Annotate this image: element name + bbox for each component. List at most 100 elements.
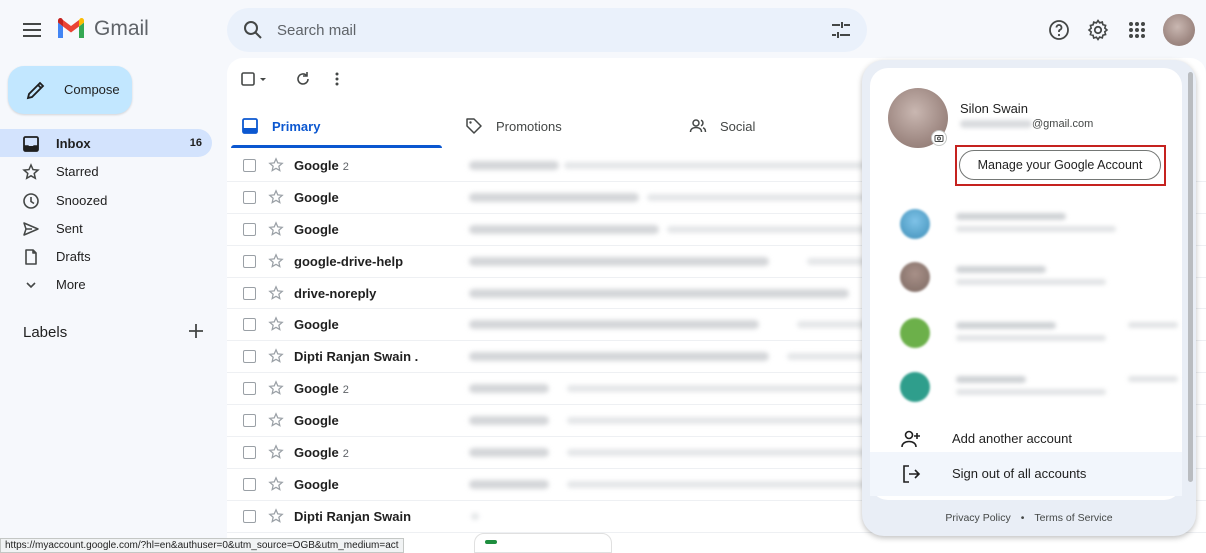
sender-name: Google [294, 476, 339, 492]
account-avatar [900, 262, 930, 292]
account-avatar [900, 318, 930, 348]
account-avatar [900, 209, 930, 239]
tab-promotions[interactable]: Promotions [451, 105, 666, 151]
popup-footer: Privacy Policy • Terms of Service [862, 512, 1196, 524]
sidebar-item-label: Inbox [56, 136, 91, 151]
star-icon[interactable] [268, 252, 284, 269]
sidebar-item-label: Drafts [56, 249, 91, 265]
manage-account-button[interactable]: Manage your Google Account [959, 150, 1161, 180]
blurred-snippet [564, 162, 867, 169]
logout-icon [900, 463, 922, 485]
star-icon[interactable] [268, 157, 284, 173]
email-sender: Google 2 [294, 445, 349, 460]
attachment-chip[interactable] [474, 533, 612, 553]
main-menu-icon[interactable] [20, 18, 44, 42]
privacy-policy-link[interactable]: Privacy Policy [945, 512, 1010, 524]
sender-name: Google [294, 317, 339, 333]
blurred-subject [469, 192, 639, 202]
help-icon[interactable] [1047, 18, 1071, 42]
row-checkbox[interactable] [243, 414, 256, 428]
gmail-logo-icon[interactable] [56, 16, 86, 40]
blurred-snippet [797, 321, 867, 329]
add-person-icon [900, 428, 922, 450]
blurred-subject [469, 224, 659, 234]
row-checkbox[interactable] [243, 382, 256, 396]
star-icon[interactable] [268, 284, 284, 301]
other-account-4[interactable] [900, 368, 1180, 408]
add-label-plus-icon[interactable] [186, 321, 206, 341]
row-checkbox[interactable] [243, 477, 256, 491]
email-sender: drive-noreply [294, 286, 380, 301]
blurred-snippet [471, 512, 479, 520]
sender-name: Google [294, 158, 339, 173]
blurred-subject [469, 288, 849, 298]
other-account-3[interactable] [900, 314, 1180, 354]
blurred-snippet [567, 385, 867, 393]
blurred-email [956, 335, 1106, 341]
refresh-icon[interactable] [294, 70, 312, 88]
sidebar-item-starred[interactable]: Starred [0, 157, 212, 185]
row-checkbox[interactable] [243, 350, 256, 364]
account-popup: Silon Swain @gmail.com Manage your Googl… [862, 60, 1196, 536]
star-icon[interactable] [268, 380, 284, 396]
sender-name: Google [294, 381, 339, 397]
blurred-snippet [567, 417, 867, 425]
star-icon[interactable] [268, 508, 284, 524]
star-icon[interactable] [268, 220, 284, 237]
row-checkbox[interactable] [243, 286, 256, 300]
tab-primary[interactable]: Primary [227, 105, 442, 151]
chevron-down-icon [22, 276, 40, 294]
sign-out-row[interactable]: Sign out of all accounts [870, 452, 1182, 496]
search-options-icon[interactable] [829, 18, 853, 42]
account-avatar[interactable] [1163, 14, 1195, 46]
star-icon[interactable] [268, 189, 284, 205]
sidebar-item-sent[interactable]: Sent [0, 214, 212, 242]
row-checkbox[interactable] [243, 318, 256, 332]
other-account-2[interactable] [900, 258, 1180, 298]
draft-icon [22, 248, 40, 266]
email-domain: @gmail.com [1032, 118, 1094, 130]
email-sender: google-drive-help [294, 254, 407, 269]
popup-scrollbar[interactable] [1188, 72, 1193, 482]
row-checkbox[interactable] [243, 222, 256, 236]
account-card: Silon Swain @gmail.com Manage your Googl… [870, 68, 1182, 500]
star-icon [22, 163, 40, 181]
sidebar-item-more[interactable]: More [0, 270, 212, 298]
star-icon[interactable] [268, 476, 284, 492]
sender-name: Google [294, 445, 339, 461]
blurred-subject [469, 416, 549, 426]
more-options-icon[interactable] [328, 70, 346, 88]
sidebar-item-drafts[interactable]: Drafts [0, 242, 212, 270]
blurred-snippet [807, 257, 867, 265]
blurred-snippet [647, 193, 867, 201]
sidebar-item-snoozed[interactable]: Snoozed [0, 186, 212, 214]
terms-of-service-link[interactable]: Terms of Service [1034, 512, 1112, 524]
star-icon[interactable] [268, 316, 284, 332]
tab-social[interactable]: Social [675, 105, 890, 151]
star-icon[interactable] [268, 412, 284, 428]
other-account-1[interactable] [900, 205, 1180, 245]
account-email: @gmail.com [960, 118, 1093, 130]
blurred-status [1128, 376, 1178, 382]
search-bar[interactable] [227, 8, 867, 52]
search-icon[interactable] [241, 18, 265, 42]
star-icon[interactable] [268, 348, 284, 364]
blurred-email [956, 389, 1106, 395]
settings-gear-icon[interactable] [1086, 18, 1110, 42]
apps-grid-icon[interactable] [1125, 18, 1149, 42]
sender-name: Google [294, 221, 339, 237]
row-checkbox[interactable] [243, 190, 256, 204]
select-all-checkbox[interactable] [241, 70, 269, 88]
camera-icon[interactable] [931, 130, 947, 146]
search-input[interactable] [277, 16, 797, 44]
row-checkbox[interactable] [243, 254, 256, 268]
tag-icon [465, 117, 483, 135]
star-icon[interactable] [268, 444, 284, 460]
row-checkbox[interactable] [243, 446, 256, 460]
row-checkbox[interactable] [243, 509, 256, 523]
blurred-snippet [567, 449, 867, 457]
compose-button[interactable]: Compose [8, 66, 132, 114]
row-checkbox[interactable] [243, 159, 256, 172]
thread-count: 2 [342, 161, 349, 173]
sidebar-item-inbox[interactable]: Inbox 16 [0, 129, 212, 158]
